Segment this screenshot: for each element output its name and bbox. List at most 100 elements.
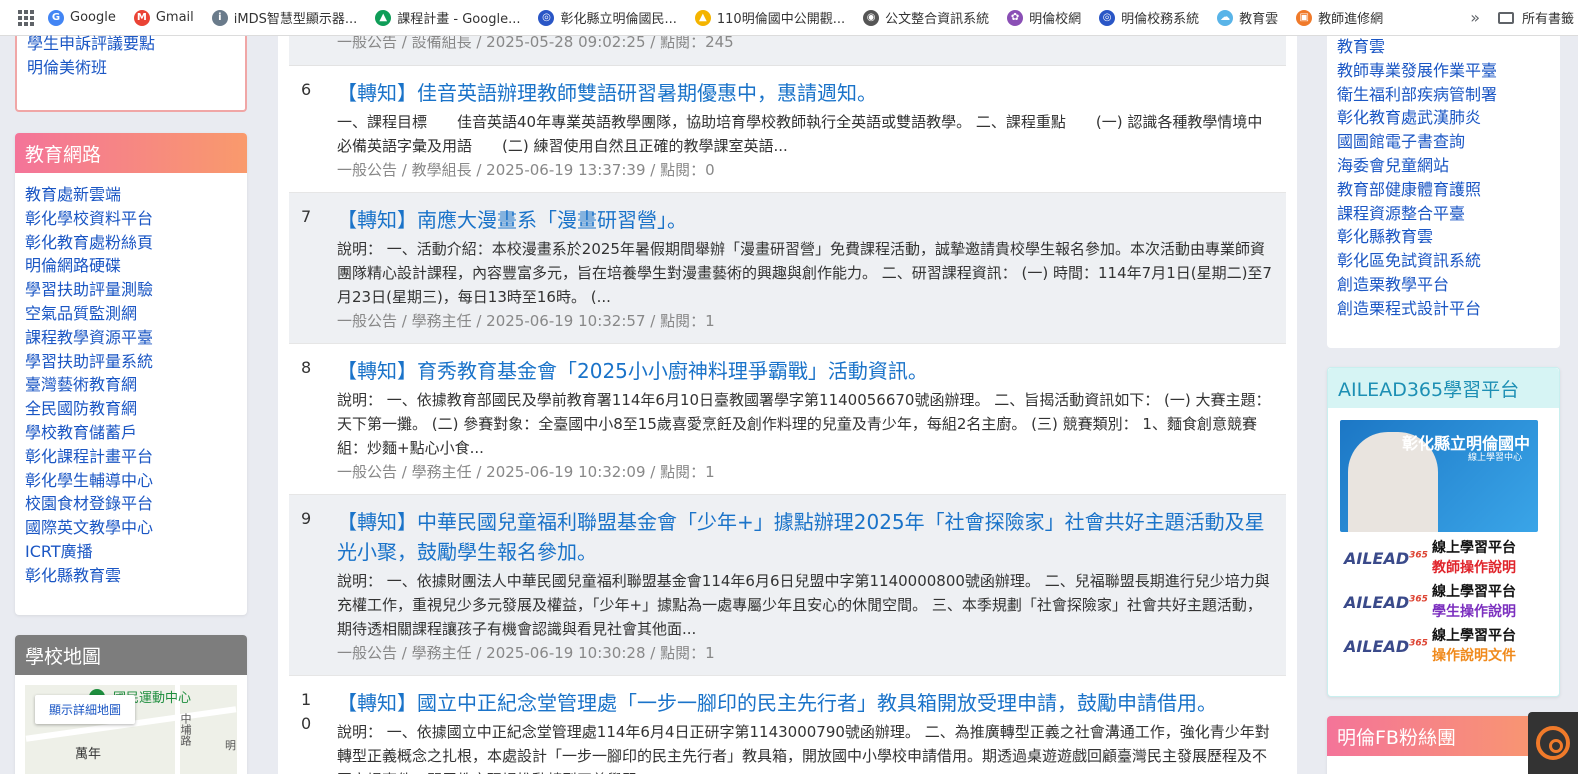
edu-link[interactable]: ICRT廣播 [25, 540, 237, 564]
bookmark-item[interactable]: ◎ 彰化縣立明倫國民... [538, 8, 677, 27]
edu-link[interactable]: 國際英文教學中心 [25, 516, 237, 540]
bookmark-item[interactable]: ✿ 明倫校網 [1007, 8, 1081, 27]
bookmark-item[interactable]: ◉ 公文整合資訊系統 [863, 8, 989, 27]
bookmark-item[interactable]: ◎ 明倫校務系統 [1099, 8, 1199, 27]
item-number: 7 [301, 207, 312, 226]
right-links-card: 教育雲 教師專業發展作業平臺 衛生福利部疾病管制署 彰化教育處武漢肺炎 國圖館電子書查詢… [1327, 36, 1560, 348]
ailead-title: AILEAD365學習平台 [1328, 368, 1559, 408]
resource-link[interactable]: 教育部健康體育護照 [1337, 178, 1550, 202]
resource-link[interactable]: 海委會兒童網站 [1337, 154, 1550, 178]
item-number: 8 [301, 358, 312, 377]
bookmarks-more-icon[interactable]: » [1470, 8, 1480, 27]
announcement-row: 10 【轉知】國立中正紀念堂管理處「一步一腳印的民主先行者」教具箱開放受理申請，鼓… [289, 676, 1286, 774]
bookmark-label: 彰化縣立明倫國民... [560, 12, 677, 27]
bookmark-item[interactable]: M Gmail [133, 9, 194, 26]
edu-link[interactable]: 臺灣藝術教育網 [25, 373, 237, 397]
edu-link[interactable]: 學校教育儲蓄戶 [25, 421, 237, 445]
edu-link[interactable]: 彰化教育處粉絲頁 [25, 231, 237, 255]
announcement-meta: 一般公告 / 學務主任 / 2025-06-19 10:32:09 / 點閱：1 [337, 463, 715, 481]
resource-link[interactable]: 彰化區免試資訊系統 [1337, 249, 1550, 273]
bookmark-label: 課程計畫 - Google... [397, 12, 521, 27]
announcement-summary: 一、課程目標 佳音英語40年專業英語教學團隊，協助培育學校教師執行全英語或雙語教… [337, 113, 1263, 155]
link-art-class[interactable]: 明倫美術班 [27, 56, 235, 80]
ailead-guide-link[interactable]: AILEAD365 線上學習平台 教師操作說明 [1344, 538, 1544, 578]
bookmark-item[interactable]: i iMDS智慧型顯示器... [211, 8, 358, 27]
bookmark-label: 教師進修網 [1318, 12, 1384, 27]
bookmark-item[interactable]: ▣ 教師進修網 [1296, 8, 1383, 27]
announcement-summary: 說明： 一、依據財團法人中華民國兒童福利聯盟基金會114年6月6日兒盟中字第11… [337, 572, 1270, 638]
announcement-title-link[interactable]: 【轉知】國立中正紀念堂管理處「一步一腳印的民主先行者」教具箱開放受理申請，鼓勵申… [337, 688, 1274, 718]
resource-link[interactable]: 彰化教育處武漢肺炎 [1337, 106, 1550, 130]
map-view[interactable]: 國民運動中心 萬年 中埔路 明 顯示詳細地圖 [25, 685, 237, 774]
school-map-card: 學校地圖 國民運動中心 萬年 中埔路 明 顯示詳細地圖 [15, 635, 247, 774]
resource-link[interactable]: 課程資源整合平臺 [1337, 202, 1550, 226]
left-links-card: 學生申訴評議要點 明倫美術班 [15, 34, 247, 112]
bookmark-item[interactable]: ☁ 教育雲 [1217, 8, 1278, 27]
item-number: 10 [301, 690, 312, 733]
announcement-title-link[interactable]: 【轉知】育秀教育基金會「2025小小廚神料理爭霸戰」活動資訊。 [337, 356, 1274, 386]
bookmarks-bar: G Google M Gmail i iMDS智慧型顯示器... ▲ 課程計畫 - Googl… [0, 0, 1578, 36]
school-map-title: 學校地圖 [15, 635, 247, 675]
google-icon: G [48, 9, 64, 26]
edu-link[interactable]: 校園食材登錄平台 [25, 492, 237, 516]
bookmark-label: Google [70, 10, 116, 25]
resource-link[interactable]: 衛生福利部疾病管制署 [1337, 83, 1550, 107]
bookmark-label: 公文整合資訊系統 [885, 12, 990, 27]
ailead-row-title: 線上學習平台 [1432, 584, 1516, 600]
link-student-appeal[interactable]: 學生申訴評議要點 [27, 32, 235, 56]
edu-link[interactable]: 彰化縣教育雲 [25, 564, 237, 588]
item-number: 9 [301, 509, 312, 528]
edu-link[interactable]: 全民國防教育網 [25, 397, 237, 421]
edu-link[interactable]: 學習扶助評量測驗 [25, 278, 237, 302]
gear-icon [1536, 726, 1570, 760]
edu-link[interactable]: 課程教學資源平臺 [25, 326, 237, 350]
bookmark-item[interactable]: G Google [48, 9, 116, 26]
item-number: 6 [301, 80, 312, 99]
edu-network-title: 教育網路 [15, 133, 247, 173]
edu-network-links: 教育處新雲端 彰化學校資料平台 彰化教育處粉絲頁 明倫網路硬碟 學習扶助評量測驗 空氣品質… [15, 173, 247, 588]
ailead-logo: AILEAD365 [1344, 548, 1428, 568]
edu-link[interactable]: 學習扶助評量系統 [25, 350, 237, 374]
announcement-title-link[interactable]: 【轉知】中華民國兒童福利聯盟基金會「少年+」據點辦理2025年「社會探險家」社會… [337, 507, 1274, 567]
settings-widget[interactable] [1528, 712, 1578, 774]
announcement-title-link[interactable]: 【轉知】佳音英語辦理教師雙語研習暑期優惠中，惠請週知。 [337, 78, 1274, 108]
announcement-row: 9 【轉知】中華民國兒童福利聯盟基金會「少年+」據點辦理2025年「社會探險家」社… [289, 495, 1286, 676]
resource-link[interactable]: 教師專業發展作業平臺 [1337, 59, 1550, 83]
imds-icon: i [211, 9, 228, 26]
map-label-ming: 明 [225, 739, 236, 752]
edu-link[interactable]: 彰化學校資料平台 [25, 207, 237, 231]
ailead-banner[interactable]: 彰化縣立明倫國中 線上學習中心 [1340, 420, 1538, 532]
edu-link[interactable]: 空氣品質監測網 [25, 302, 237, 326]
resource-link[interactable]: 創造栗教學平台 [1337, 273, 1550, 297]
resource-link[interactable]: 彰化縣教育雲 [1337, 225, 1550, 249]
fb-fanpage-card: 明倫FB粉絲團 [1327, 716, 1560, 774]
drive-icon: ▲ [694, 9, 711, 26]
resource-link[interactable]: 教育雲 [1337, 35, 1550, 59]
ailead-card: AILEAD365學習平台 彰化縣立明倫國中 線上學習中心 AILEAD365 線… [1327, 367, 1560, 697]
resource-link[interactable]: 創造栗程式設計平台 [1337, 297, 1550, 321]
resource-link[interactable]: 國圖館電子書查詢 [1337, 130, 1550, 154]
apps-grid-icon[interactable] [18, 9, 34, 26]
bookmark-item[interactable]: ▲ 110明倫國中公開觀... [694, 8, 846, 27]
bookmark-label: iMDS智慧型顯示器... [233, 12, 358, 27]
all-bookmarks-label: 所有書籤 [1521, 12, 1574, 27]
drive-icon: ▲ [375, 9, 392, 26]
ailead-logo: AILEAD365 [1344, 592, 1428, 612]
edu-link[interactable]: 明倫網路硬碟 [25, 254, 237, 278]
announcement-meta: 一般公告 / 學務主任 / 2025-06-19 10:32:57 / 點閱：1 [337, 312, 715, 330]
bookmark-item[interactable]: ▲ 課程計畫 - Google... [375, 8, 520, 27]
all-bookmarks-folder[interactable]: 所有書籤 [1497, 8, 1574, 27]
edu-link[interactable]: 彰化學生輔導中心 [25, 469, 237, 493]
ailead-guide-link[interactable]: AILEAD365 線上學習平台 學生操作說明 [1344, 582, 1544, 622]
edu-link[interactable]: 教育處新雲端 [25, 183, 237, 207]
bookmark-label: 110明倫國中公開觀... [716, 12, 846, 27]
ailead-guide-link[interactable]: AILEAD365 線上學習平台 操作說明文件 [1344, 626, 1544, 666]
edu-network-card: 教育網路 教育處新雲端 彰化學校資料平台 彰化教育處粉絲頁 明倫網路硬碟 學習扶助評量測… [15, 133, 247, 615]
edu-link[interactable]: 彰化課程計畫平台 [25, 445, 237, 469]
announcement-row: 7 【轉知】南應大漫畫系「漫畫研習營」。 說明： 一、活動介紹：本校漫畫系於2025… [289, 193, 1286, 344]
announcement-title-link[interactable]: 【轉知】南應大漫畫系「漫畫研習營」。 [337, 205, 1274, 235]
show-detail-map-button[interactable]: 顯示詳細地圖 [35, 695, 136, 724]
school-icon: ◎ [538, 9, 555, 26]
bookmark-label: 明倫校務系統 [1121, 12, 1200, 27]
announcement-meta: 一般公告 / 學務主任 / 2025-06-19 10:30:28 / 點閱：1 [337, 644, 715, 662]
